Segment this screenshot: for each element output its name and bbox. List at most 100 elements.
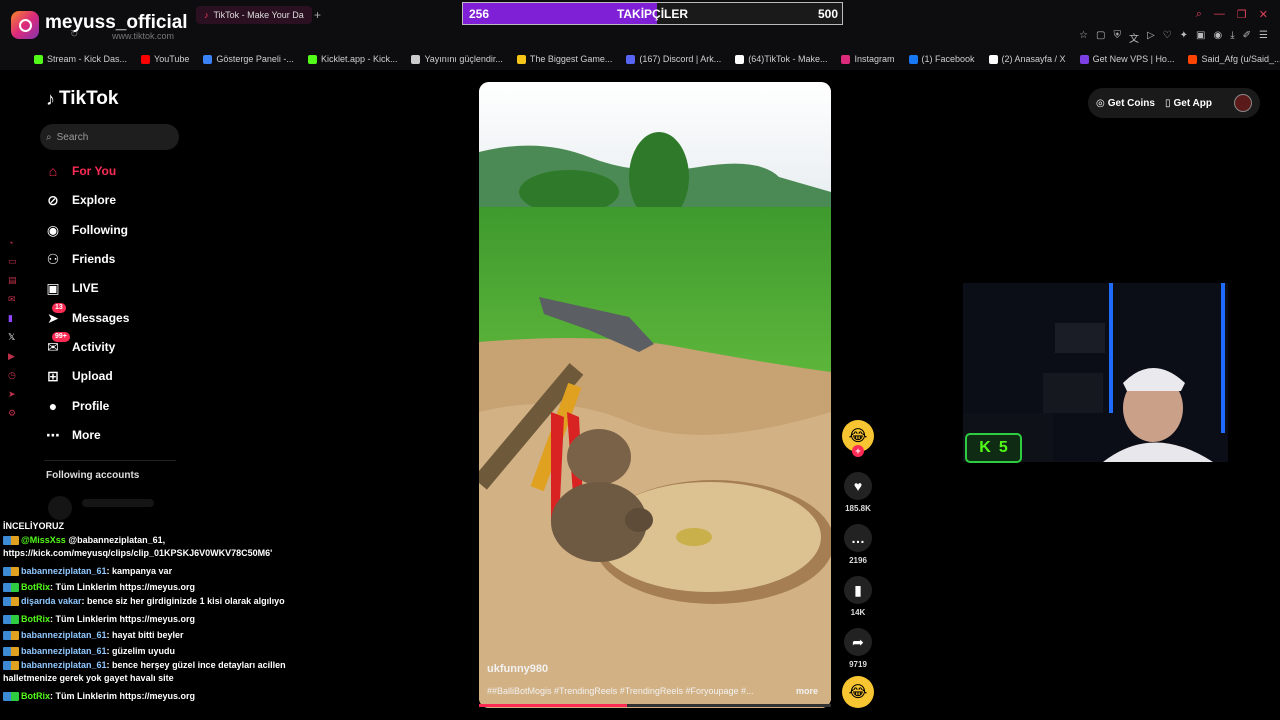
bookmark-item[interactable]: (167) Discord | Ark... <box>626 54 721 64</box>
bookmark-favicon-icon <box>411 54 421 64</box>
search-input[interactable]: ⌕ Search <box>40 124 179 150</box>
bookmark-item[interactable]: (2) Anasayfa / X <box>988 54 1066 64</box>
heart-icon[interactable]: ♥ <box>844 472 872 500</box>
menu-icon[interactable]: ☰ <box>1259 30 1268 45</box>
maximize-icon[interactable]: ❐ <box>1237 8 1247 21</box>
translate-icon[interactable]: 文 <box>1129 30 1139 45</box>
get-app-button[interactable]: ▯ Get App <box>1165 98 1212 109</box>
reload-icon[interactable]: ↻ <box>70 29 78 40</box>
chat-username[interactable]: BotRix <box>21 582 50 592</box>
nav-item-friends[interactable]: ⚇ Friends <box>44 248 116 270</box>
chat-text: : bence siz her girdiginizde 1 kisi olar… <box>81 596 285 606</box>
tiktok-tab-icon: ♪ <box>204 10 209 20</box>
chat-username[interactable]: babanneziplatan_61 <box>21 566 107 576</box>
bag-icon[interactable]: ▭ <box>8 256 17 267</box>
bookmark-item[interactable]: The Biggest Game... <box>516 54 612 64</box>
video-progress-bar[interactable] <box>479 704 831 707</box>
nav-item-explore[interactable]: ⊘ Explore <box>44 189 116 211</box>
chat-username[interactable]: BotRix <box>21 691 50 701</box>
nav-item-more[interactable]: ⋯ More <box>44 424 101 446</box>
share-action[interactable]: ➦ 9719 <box>842 628 874 669</box>
screenshot-icon[interactable]: ▢ <box>1096 30 1105 45</box>
profile-icon[interactable]: ◉ <box>1213 30 1222 45</box>
chat-username[interactable]: @MissXss <box>21 535 66 545</box>
chat-username[interactable]: BotRix <box>21 614 50 624</box>
heart-icon[interactable]: ♡ <box>1163 30 1172 45</box>
nav-item-live[interactable]: ▣ LIVE <box>44 277 98 299</box>
browser-tab-tiktok[interactable]: ♪ TikTok - Make Your Da <box>196 6 312 24</box>
bookmark-icon[interactable]: ☆ <box>1079 30 1088 45</box>
nav-item-for-you[interactable]: ⌂ For You <box>44 160 116 182</box>
video-hashtags[interactable]: ##BalliBotMogis #TrendingReels #Trending… <box>487 686 787 696</box>
chat-username[interactable]: dişarıda vakar <box>21 596 82 606</box>
stream-chat: İNCELİYORUZ @MissXss @babanneziplatan_61… <box>3 518 313 704</box>
chat-message: @MissXss @babanneziplatan_61, https://ki… <box>3 534 313 560</box>
video-player[interactable] <box>479 82 831 708</box>
nav-item-upload[interactable]: ⊞ Upload <box>44 365 113 387</box>
extensions-icon[interactable]: ✦ <box>1180 30 1188 45</box>
chat-badge-icon <box>3 536 19 546</box>
bookmark-item[interactable]: Said_Afg (u/Said_... <box>1188 54 1280 64</box>
activity-icon: ✉ 99+ <box>44 332 70 356</box>
chat-username[interactable]: babanneziplatan_61 <box>21 660 107 670</box>
follower-goal-bar: 256 TAKİPÇİLER 500 <box>462 2 843 25</box>
chat-text: : Tüm Linklerim https://meyus.org <box>50 582 196 592</box>
video-more-button[interactable]: more <box>796 686 818 696</box>
bookmark-item[interactable]: Get New VPS | Ho... <box>1079 54 1174 64</box>
minimize-icon[interactable]: — <box>1214 8 1225 21</box>
bookmark-item[interactable]: Gösterge Paneli -... <box>203 54 294 64</box>
ai-icon[interactable]: ✐ <box>1243 30 1251 45</box>
download-icon[interactable]: ⤓ <box>1230 30 1234 45</box>
save-action[interactable]: ▮ 14K <box>842 576 874 617</box>
bookmark-item[interactable]: YouTube <box>141 54 189 64</box>
kick-counter-value: 5 <box>998 439 1008 456</box>
send-icon[interactable]: ➤ <box>8 389 17 400</box>
upload-icon: ⊞ <box>47 367 59 384</box>
new-tab-button[interactable]: + <box>314 8 321 22</box>
share-icon[interactable]: ➦ <box>844 628 872 656</box>
follower-goal-label: TAKİPÇİLER <box>616 7 689 21</box>
nav-item-following[interactable]: ◉ Following <box>44 219 128 241</box>
chat-message: babanneziplatan_61: güzelim uyudu <box>3 643 313 659</box>
search-icon[interactable]: ⌕ <box>1196 8 1202 21</box>
get-coins-button[interactable]: ◎ Get Coins <box>1096 98 1155 109</box>
settings-icon[interactable]: ⚙ <box>8 408 17 419</box>
shield-icon[interactable]: ⛨ <box>1113 30 1121 45</box>
nav-item-messages[interactable]: ➤ 13 Messages <box>44 303 129 329</box>
clock-icon[interactable]: ◷ <box>8 370 17 381</box>
x-icon[interactable]: 𝕏 <box>8 332 17 343</box>
tiktok-logo[interactable]: ♪ TikTok <box>46 88 118 110</box>
sound-disc-emoji-icon[interactable]: 😂 <box>842 676 874 708</box>
comment-icon[interactable]: … <box>844 524 872 552</box>
like-action[interactable]: ♥ 185.8K <box>842 472 874 513</box>
bookmark-item[interactable]: (1) Facebook <box>908 54 975 64</box>
wallet-icon[interactable]: ▣ <box>1196 30 1205 45</box>
play-icon[interactable]: ▷ <box>1147 30 1155 45</box>
follow-plus-icon[interactable]: + <box>852 445 864 457</box>
chat-username[interactable]: babanneziplatan_61 <box>21 630 107 640</box>
bookmark-item[interactable]: Kicklet.app - Kick... <box>307 54 397 64</box>
close-icon[interactable]: ✕ <box>1259 8 1268 21</box>
chat-title: İNCELİYORUZ <box>3 521 65 531</box>
twitch-icon[interactable]: ▮ <box>8 313 17 324</box>
bookmark-item[interactable]: Yayınını güçlendir... <box>411 54 503 64</box>
address-bar[interactable]: www.tiktok.com <box>112 31 174 41</box>
bookmark-item[interactable]: Stream - Kick Das... <box>34 54 127 64</box>
chat-badge-icon <box>3 631 19 641</box>
history-icon[interactable]: ◔ <box>8 238 17 248</box>
avatar[interactable] <box>1234 94 1252 112</box>
bookmark-item[interactable]: Instagram <box>841 54 895 64</box>
nav-item-activity[interactable]: ✉ 99+ Activity <box>44 332 115 358</box>
bookmark-item[interactable]: (64)TikTok - Make... <box>735 54 827 64</box>
compass-icon: ⊘ <box>47 191 59 208</box>
mail-icon[interactable]: ✉ <box>8 294 17 305</box>
video-author[interactable]: ukfunny980 <box>487 663 548 675</box>
bookmark-favicon-icon <box>34 54 43 64</box>
wallet-icon[interactable]: ▤ <box>8 275 17 286</box>
nav-item-label: More <box>72 428 101 442</box>
chat-username[interactable]: babanneziplatan_61 <box>21 646 107 656</box>
bookmark-icon[interactable]: ▮ <box>844 576 872 604</box>
comment-action[interactable]: … 2196 <box>842 524 874 565</box>
nav-item-profile[interactable]: ● Profile <box>44 395 110 417</box>
play-icon[interactable]: ▶ <box>8 351 17 362</box>
